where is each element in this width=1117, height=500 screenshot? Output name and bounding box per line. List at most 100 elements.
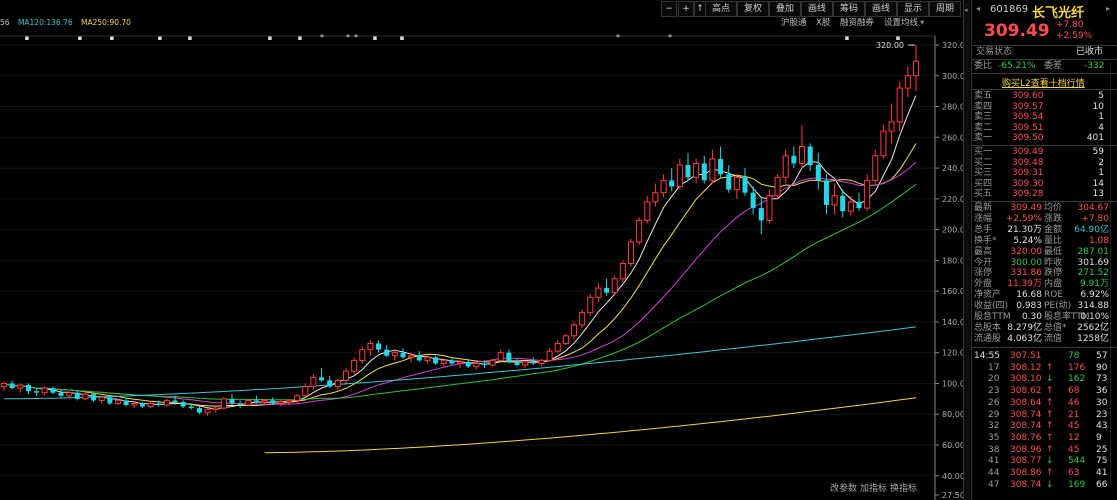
candle-body [74, 392, 80, 399]
minus-icon[interactable]: − [661, 1, 677, 17]
candle-body [514, 361, 520, 365]
candle-body [718, 158, 724, 175]
bid-row: 买五 309.28 13 [972, 189, 1117, 200]
tick-volume: 63 [1068, 468, 1080, 478]
y-tick-label: 27.50 [942, 491, 965, 500]
bid-price: 309.30 [1012, 178, 1044, 189]
arrow-up-icon: ↑ [1046, 397, 1054, 408]
arrow-down-icon: ↓ [1046, 479, 1054, 490]
stat-value: 21.30万 [1007, 224, 1042, 235]
event-tick: ▪ [373, 34, 378, 42]
toolbar-button-adjust[interactable]: 复权 [737, 1, 769, 17]
prev-icon[interactable]: ◂ [976, 4, 980, 13]
toolbar-button-draw2[interactable]: 画线 [865, 1, 897, 17]
candle-body [41, 387, 48, 394]
chevron-down-icon[interactable]: ▾ [920, 17, 924, 30]
ma-legend: 56 MA120:136.76 MA250:90.70 [0, 18, 137, 30]
stat-label: 涨跌 [1044, 213, 1063, 224]
candle-body [384, 349, 390, 356]
toolbar-button-chips[interactable]: 筹码 [833, 1, 865, 17]
tick-volume: 78 [1068, 350, 1080, 361]
candle-body [107, 397, 113, 404]
stat-value: 314.88 [1077, 301, 1110, 312]
quote-header: ◂ 601869 长飞光纤 ▸ 309.49 +7.80 +2.59% [972, 0, 1117, 44]
toolbar-button-draw[interactable]: 画线 [801, 1, 833, 17]
tick-price: 308.96 [1010, 444, 1042, 455]
tab-ma-settings[interactable]: 设置均线 [884, 17, 918, 30]
candle-body [400, 352, 406, 358]
stat-row: 今开 300.00 昨收 301.69 [972, 258, 1117, 269]
event-star: * [616, 33, 620, 42]
candle-body [310, 376, 317, 388]
stat-label: 换手* [974, 235, 997, 246]
candle-body [163, 399, 170, 406]
ask-volume: 5 [1098, 91, 1104, 101]
tick-volume: 45 [1068, 421, 1080, 432]
candle-body [229, 398, 235, 404]
candle-body [726, 174, 732, 190]
candle-body [587, 296, 594, 314]
status-value: 已收市 [1076, 47, 1104, 57]
tick-second: 38 [988, 444, 1000, 455]
stat-value: 1258亿 [1077, 333, 1109, 344]
candle-body [17, 384, 24, 389]
tab-margin[interactable]: 融资融券 [840, 17, 874, 30]
bid-row: 买三 309.31 1 [972, 168, 1117, 179]
tick-second: 35 [988, 432, 1000, 443]
candle-body [9, 383, 15, 389]
event-tick: ▪ [400, 34, 405, 42]
candle-body [58, 392, 64, 396]
toolbar-button-high[interactable]: 高点 [705, 1, 737, 17]
ask-price: 309.50 [1012, 133, 1044, 144]
tick-volume: 12 [1068, 432, 1080, 443]
toolbar-button-period[interactable]: 周期 [929, 1, 961, 17]
add-indicator-button[interactable]: 加指标 [860, 481, 887, 494]
tick-count: 57 [1096, 350, 1108, 361]
high-label: 320.00 [876, 41, 904, 50]
candle-body [270, 400, 276, 404]
switch-indicator-button[interactable]: 换指标 [890, 481, 917, 494]
candle-body [742, 177, 748, 193]
candle-body [91, 394, 97, 401]
tab-hk-connect[interactable]: 沪股通 [781, 17, 807, 30]
candle-body [733, 176, 740, 191]
plus-icon[interactable]: + [678, 1, 694, 17]
tick-count: 75 [1096, 456, 1108, 467]
stat-value: 11.39万 [1007, 279, 1042, 290]
candlestick-chart[interactable]: ▪ ▪ ▪ ▪ ▪ ▪ ▪ * * * ▪ ▪ * * ▪ ▪ 320.00300.00280.00260.0… [0, 0, 968, 500]
candle-body [237, 403, 243, 405]
panel-splitter[interactable]: ◂ [963, 0, 970, 500]
candle-body [636, 219, 643, 243]
candle-body [156, 403, 162, 405]
candle-body [782, 155, 789, 178]
candle-body [840, 195, 846, 212]
next-icon[interactable]: ▸ [1106, 4, 1110, 13]
edit-params-button[interactable]: 改参数 [830, 481, 857, 494]
candle-body [904, 75, 911, 89]
tick-count: 9 [1096, 432, 1102, 443]
l2-upgrade-link[interactable]: 购买L2查看十档行情 [1002, 76, 1085, 89]
candle-body [131, 402, 138, 406]
stat-value: 0.10% [1080, 312, 1109, 322]
tick-header-row: 14:55 307.51 78 57 [972, 351, 1117, 362]
tick-second: 41 [988, 456, 1000, 467]
collapse-icon[interactable]: ◂ [964, 6, 968, 14]
stat-label: 今开 [974, 257, 993, 268]
stat-label: 涨停 [974, 268, 993, 279]
tab-x-share[interactable]: X股 [816, 17, 830, 30]
candle-body [823, 180, 829, 205]
ask-label: 卖五 [974, 91, 993, 101]
toolbar-button-overlay[interactable]: 叠加 [769, 1, 801, 17]
toolbar-button-display[interactable]: 显示 [897, 1, 929, 17]
candle-body [261, 399, 268, 403]
tick-price: 308.10 [1010, 374, 1042, 385]
candle-body [359, 349, 366, 361]
stock-code: 601869 [990, 4, 1029, 15]
candle-body [709, 158, 716, 181]
stat-value: 301.69 [1077, 257, 1110, 268]
stat-label: ROE [1044, 290, 1064, 301]
stat-value: 287.01 [1077, 246, 1110, 257]
event-tick: ▪ [268, 34, 273, 42]
stat-row: 最新 309.49 均价 304.67 [972, 203, 1117, 214]
candle-body [872, 155, 879, 181]
